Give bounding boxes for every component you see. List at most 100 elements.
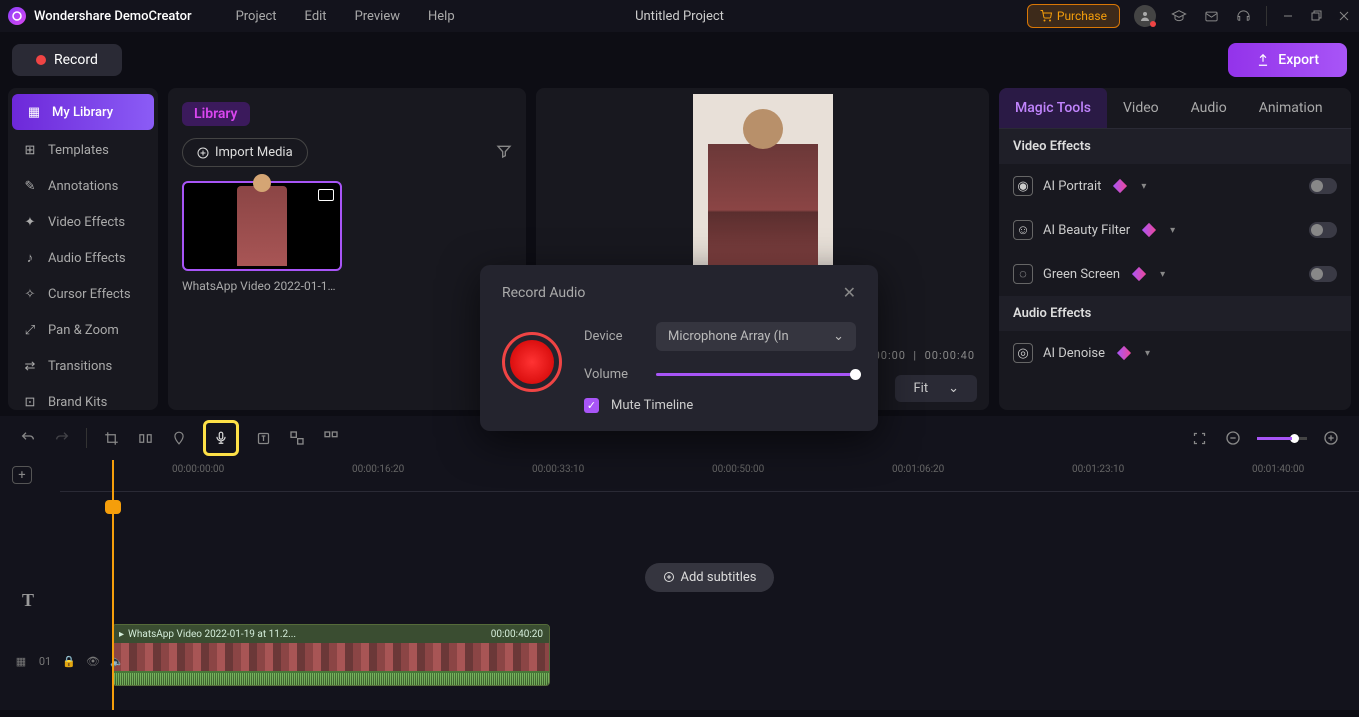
menu-edit[interactable]: Edit [291, 9, 341, 24]
tab-audio[interactable]: Audio [1175, 88, 1243, 128]
app-logo [8, 7, 26, 25]
zoom-slider[interactable] [1257, 437, 1307, 440]
fit-timeline-button[interactable] [1189, 428, 1209, 448]
text-tool-button[interactable] [253, 428, 273, 448]
sidebar-item-pan-zoom[interactable]: ⤢Pan & Zoom [8, 312, 158, 348]
thumbnail-play-icon [318, 189, 334, 201]
zoom-in-button[interactable] [1321, 428, 1341, 448]
clip-icon: ▸ [119, 629, 124, 640]
redo-button[interactable] [52, 428, 72, 448]
sidebar-item-brand-kits[interactable]: ⊡Brand Kits [8, 384, 158, 410]
sidebar-item-cursor-effects[interactable]: ✧Cursor Effects [8, 276, 158, 312]
project-title: Untitled Project [635, 9, 724, 24]
video-effects-icon: ✦ [22, 214, 38, 230]
gem-icon [1113, 179, 1127, 193]
sidebar-item-audio-effects[interactable]: ♪Audio Effects [8, 240, 158, 276]
sidebar-item-my-library[interactable]: ▦My Library [12, 94, 154, 130]
visibility-icon[interactable]: 👁 [84, 652, 102, 670]
menu-help[interactable]: Help [414, 9, 469, 24]
track-count: 01 [36, 652, 54, 670]
prop-ai-beauty[interactable]: ☺ AI Beauty Filter▾ [999, 208, 1351, 252]
slider-thumb[interactable] [850, 369, 861, 380]
mail-icon[interactable] [1202, 7, 1220, 25]
menu-preview[interactable]: Preview [341, 9, 414, 24]
volume-slider[interactable] [656, 373, 856, 376]
gem-icon [1132, 267, 1146, 281]
ai-denoise-icon: ◎ [1013, 343, 1033, 363]
chevron-down-icon: ⌄ [833, 329, 844, 344]
toggle-green-screen[interactable] [1309, 266, 1337, 282]
sidebar-item-video-effects[interactable]: ✦Video Effects [8, 204, 158, 240]
fit-dropdown[interactable]: Fit ⌄ [895, 375, 977, 402]
record-label: Record [54, 52, 98, 68]
chevron-down-icon: ▾ [1170, 225, 1175, 236]
gem-icon [1117, 346, 1131, 360]
device-dropdown[interactable]: Microphone Array (In ⌄ [656, 322, 856, 351]
user-avatar-icon[interactable] [1134, 5, 1156, 27]
menu-project[interactable]: Project [222, 9, 291, 24]
ungroup-button[interactable] [321, 428, 341, 448]
clip-duration: 00:00:40:20 [491, 629, 543, 640]
ai-portrait-icon: ◉ [1013, 176, 1033, 196]
prop-ai-denoise[interactable]: ◎ AI Denoise▾ [999, 331, 1351, 375]
text-track-icon: T [22, 590, 34, 611]
record-inner-icon [510, 340, 554, 384]
clip-waveform [113, 671, 549, 686]
zoom-thumb[interactable] [1290, 434, 1299, 443]
cursor-effects-icon: ✧ [22, 286, 38, 302]
tab-magic-tools[interactable]: Magic Tools [999, 88, 1107, 128]
annotations-icon: ✎ [22, 178, 38, 194]
record-button[interactable]: Record [12, 44, 122, 76]
timeline-ruler[interactable]: 00:00:00:00 00:00:16:20 00:00:33:10 00:0… [60, 460, 1359, 492]
mute-icon[interactable]: 🔈 [108, 652, 126, 670]
brand-kits-icon: ⊡ [22, 394, 38, 410]
sidebar-item-templates[interactable]: ⊞Templates [8, 132, 158, 168]
dialog-close-button[interactable]: ✕ [843, 283, 856, 302]
add-subtitles-button[interactable]: Add subtitles [645, 563, 775, 592]
track-type-icon[interactable]: ▦ [12, 652, 30, 670]
undo-button[interactable] [18, 428, 38, 448]
export-label: Export [1278, 52, 1319, 68]
minimize-button[interactable] [1281, 9, 1295, 23]
record-start-button[interactable] [502, 332, 562, 392]
library-panel: Library Import Media WhatsApp Video 2022… [168, 88, 526, 410]
section-audio-effects: Audio Effects [999, 296, 1351, 331]
support-icon[interactable] [1234, 7, 1252, 25]
transitions-icon: ⇄ [22, 358, 38, 374]
crop-button[interactable] [101, 428, 121, 448]
add-track-button[interactable]: + [12, 466, 32, 484]
timeline[interactable]: + 00:00:00:00 00:00:16:20 00:00:33:10 00… [0, 460, 1359, 710]
volume-label: Volume [584, 367, 644, 382]
mute-timeline-checkbox[interactable]: ✓ [584, 398, 599, 413]
tab-video[interactable]: Video [1107, 88, 1175, 128]
sidebar-item-transitions[interactable]: ⇄Transitions [8, 348, 158, 384]
import-label: Import Media [215, 145, 293, 160]
zoom-out-button[interactable] [1223, 428, 1243, 448]
playhead[interactable] [112, 460, 114, 710]
section-video-effects: Video Effects [999, 129, 1351, 164]
close-button[interactable] [1337, 9, 1351, 23]
prop-green-screen[interactable]: ◌ Green Screen▾ [999, 252, 1351, 296]
audio-effects-icon: ♪ [22, 250, 38, 266]
chevron-down-icon: ▾ [1160, 269, 1165, 280]
export-button[interactable]: Export [1228, 43, 1347, 77]
purchase-button[interactable]: Purchase [1027, 4, 1120, 28]
toggle-ai-beauty[interactable] [1309, 222, 1337, 238]
video-clip[interactable]: ▸ WhatsApp Video 2022-01-19 at 11.2... 0… [112, 624, 550, 686]
split-button[interactable] [135, 428, 155, 448]
tab-animation[interactable]: Animation [1243, 88, 1339, 128]
group-button[interactable] [287, 428, 307, 448]
sidebar-item-annotations[interactable]: ✎Annotations [8, 168, 158, 204]
academy-icon[interactable] [1170, 7, 1188, 25]
marker-button[interactable] [169, 428, 189, 448]
lock-icon[interactable]: 🔒 [60, 652, 78, 670]
library-title: Library [182, 102, 250, 126]
app-brand: Wondershare DemoCreator [34, 9, 192, 24]
toggle-ai-portrait[interactable] [1309, 178, 1337, 194]
maximize-button[interactable] [1309, 9, 1323, 23]
prop-ai-portrait[interactable]: ◉ AI Portrait▾ [999, 164, 1351, 208]
record-audio-tool-button[interactable] [203, 420, 239, 456]
media-thumbnail[interactable] [182, 181, 342, 271]
import-media-button[interactable]: Import Media [182, 138, 308, 167]
filter-icon[interactable] [496, 143, 512, 163]
